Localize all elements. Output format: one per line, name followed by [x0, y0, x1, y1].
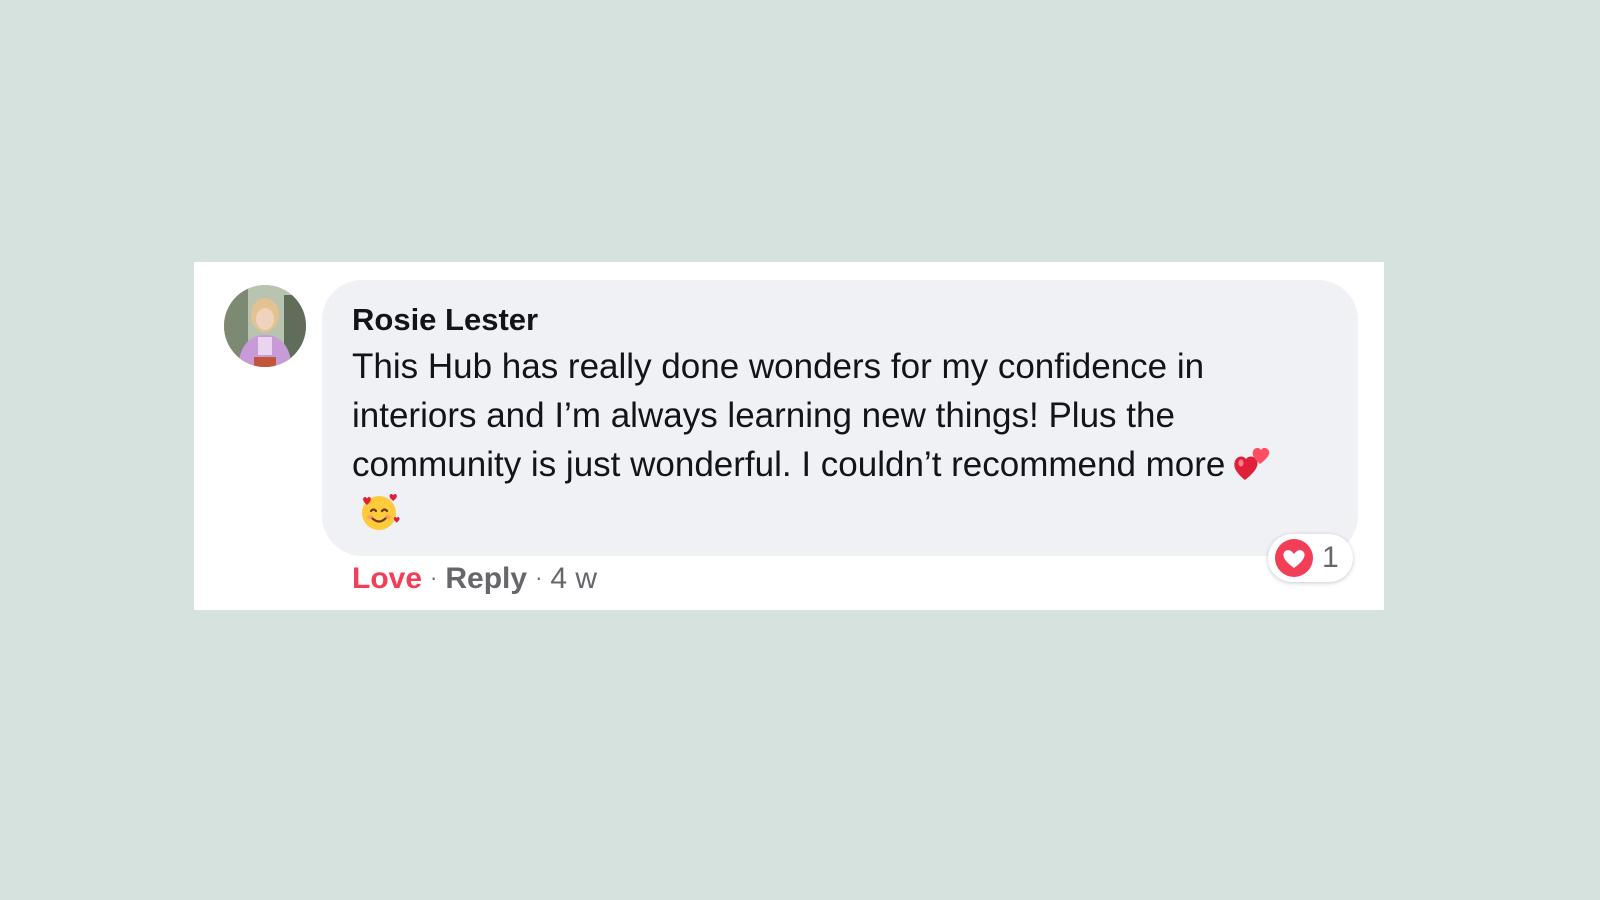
two-hearts-icon	[1231, 442, 1273, 484]
reaction-count: 1	[1322, 541, 1339, 574]
smiling-face-with-hearts-icon	[358, 491, 400, 533]
comment-actions: Love · Reply · 4 w	[352, 558, 597, 599]
reply-button[interactable]: Reply	[445, 562, 527, 595]
comment-card: Rosie Lester This Hub has really done wo…	[194, 262, 1384, 610]
separator: ·	[430, 565, 438, 590]
comment-author[interactable]: Rosie Lester	[352, 300, 1328, 340]
separator: ·	[535, 565, 543, 590]
comment-bubble: Rosie Lester This Hub has really done wo…	[322, 280, 1358, 556]
avatar-photo-icon	[224, 285, 306, 367]
avatar[interactable]	[224, 285, 306, 367]
heart-reaction-icon	[1274, 538, 1314, 578]
comment-timestamp[interactable]: 4 w	[550, 562, 597, 595]
reaction-count-badge[interactable]: 1	[1268, 534, 1353, 582]
love-button[interactable]: Love	[352, 562, 422, 595]
comment-text: This Hub has really done wonders for my …	[352, 347, 1226, 484]
comment-text-container: This Hub has really done wonders for my …	[352, 342, 1312, 538]
